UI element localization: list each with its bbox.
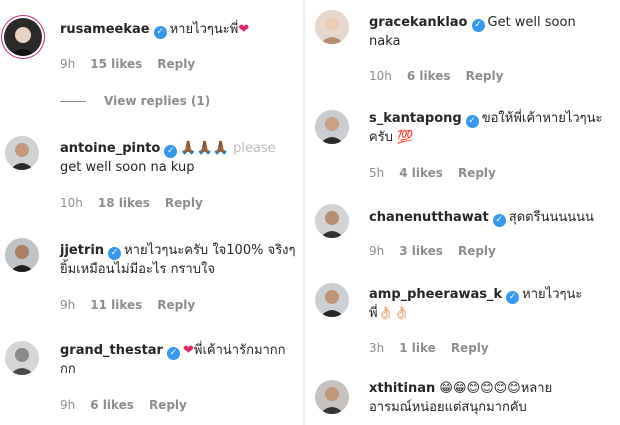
comment-meta: 9h 15 likes Reply	[60, 57, 210, 71]
comment-likes[interactable]: 3 likes	[399, 244, 443, 258]
comment-text: หายไวๆนะ	[522, 287, 583, 302]
verified-badge-icon: ✓	[465, 115, 479, 128]
hundred-points-icon: 💯	[397, 130, 414, 145]
comment-text-line2: กก	[60, 362, 76, 377]
avatar[interactable]	[5, 136, 39, 170]
comment-text-line2: อารมณ์หน่อยแต่สนุกมากคับ	[369, 400, 527, 415]
avatar[interactable]	[315, 380, 349, 414]
comment-time: 10h	[60, 196, 83, 210]
comment-meta: 3h 1 like Reply	[369, 341, 504, 355]
comment-username[interactable]: antoine_pinto	[60, 141, 160, 156]
avatar[interactable]	[315, 110, 349, 144]
comment-text: please	[233, 141, 276, 156]
comment-text-line2: naka	[369, 34, 401, 49]
avatar[interactable]	[4, 18, 42, 56]
comment-text: สุดตรีนนนนนน	[508, 210, 594, 225]
smiling-face-icon: 😁😁😊😊😊😊	[439, 381, 521, 396]
comment-text-line2: ครับ	[369, 130, 393, 145]
verified-badge-icon: ✓	[492, 214, 506, 227]
comment-meta: 5h 4 likes Reply	[369, 166, 511, 180]
comment-likes[interactable]: 6 likes	[407, 69, 451, 83]
avatar[interactable]	[5, 238, 39, 272]
verified-badge-icon: ✓	[164, 145, 178, 158]
comment-meta: 9h 6 likes Reply	[60, 398, 202, 412]
comment-text: หลาย	[520, 381, 553, 396]
heart-icon: ❤	[182, 343, 194, 358]
comment-username[interactable]: amp_pheerawas_k	[369, 287, 502, 302]
comment-time: 9h	[60, 398, 76, 412]
avatar[interactable]	[315, 283, 349, 317]
reply-button[interactable]: Reply	[458, 166, 496, 180]
reply-button[interactable]: Reply	[165, 196, 203, 210]
comment-likes[interactable]: 15 likes	[90, 57, 142, 71]
comment-username[interactable]: xthitinan	[369, 381, 435, 396]
comment-time: 9h	[369, 244, 385, 258]
folded-hands-icon: 🙏🏾🙏🏾🙏🏾	[180, 141, 229, 156]
comment-meta: 9h 3 likes Reply	[369, 244, 511, 258]
comment-likes[interactable]: 1 like	[399, 341, 436, 355]
comment-username[interactable]: gracekanklao	[369, 15, 468, 30]
reply-button[interactable]: Reply	[149, 398, 187, 412]
comment-time: 5h	[369, 166, 385, 180]
avatar[interactable]	[315, 10, 349, 44]
comment-text: หายไวๆนะครับ ใจ100% จริงๆ	[124, 243, 296, 258]
comment-username[interactable]: chanenutthawat	[369, 210, 489, 225]
comment-username[interactable]: rusameekae	[60, 22, 150, 37]
comment-username[interactable]: jjetrin	[60, 243, 104, 258]
verified-badge-icon: ✓	[471, 19, 485, 32]
comment-time: 10h	[369, 69, 392, 83]
reply-button[interactable]: Reply	[157, 298, 195, 312]
comment-likes[interactable]: 6 likes	[90, 398, 134, 412]
comment-likes[interactable]: 4 likes	[399, 166, 443, 180]
view-replies-label: View replies (1)	[104, 94, 211, 108]
reply-button[interactable]: Reply	[458, 244, 496, 258]
view-replies-button[interactable]: View replies (1)	[60, 94, 210, 108]
comment-likes[interactable]: 11 likes	[90, 298, 142, 312]
reply-button[interactable]: Reply	[466, 69, 504, 83]
comment-time: 3h	[369, 341, 385, 355]
comment-meta: 9h 11 likes Reply	[60, 298, 210, 312]
comments-column-left: rusameekae ✓ หายไวๆนะพี่❤ 9h 15 likes Reply …	[0, 0, 305, 425]
comment-time: 9h	[60, 57, 76, 71]
comment-text: พี่เค้าน่ารักมากก	[193, 343, 286, 358]
comment-text-line2: ยิ้มเหมือนไม่มีอะไร กราบใจ	[60, 262, 215, 277]
comment-text: ขอให้พี่เค้าหายไวๆนะ	[481, 111, 603, 126]
comment-time: 9h	[60, 298, 76, 312]
comment-username[interactable]: s_kantapong	[369, 111, 462, 126]
replies-line	[60, 101, 86, 102]
verified-badge-icon: ✓	[108, 247, 122, 260]
reply-button[interactable]: Reply	[157, 57, 195, 71]
verified-badge-icon: ✓	[506, 291, 520, 304]
reply-button[interactable]: Reply	[451, 341, 489, 355]
comment-text: Get well soon	[487, 15, 576, 30]
verified-badge-icon: ✓	[166, 347, 180, 360]
comment-text: หายไวๆนะพี่	[169, 22, 239, 37]
comment-text-line2: พี่	[369, 306, 378, 321]
comment-meta: 10h 18 likes Reply	[60, 196, 218, 210]
comments-column-right: gracekanklao ✓ Get well soon naka 10h 6 lik…	[305, 0, 620, 425]
comment-text-line2: get well soon na kup	[60, 160, 195, 175]
avatar[interactable]	[315, 204, 349, 238]
comment-meta: 10h 6 likes Reply	[369, 69, 518, 83]
ok-hand-icon: 👌🏻👌🏻	[377, 306, 410, 321]
avatar[interactable]	[5, 341, 39, 375]
comment-username[interactable]: grand_thestar	[60, 343, 163, 358]
comment-likes[interactable]: 18 likes	[98, 196, 150, 210]
heart-icon: ❤	[238, 22, 250, 37]
verified-badge-icon: ✓	[153, 26, 167, 39]
